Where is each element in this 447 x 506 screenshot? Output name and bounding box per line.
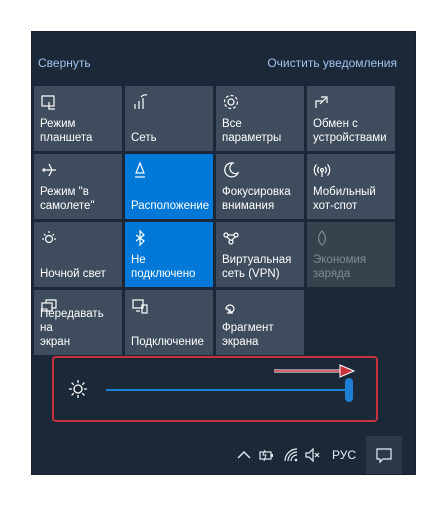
location-icon [131,161,149,179]
quick-action-label: Фрагмент экрана [222,322,274,348]
wifi-icon[interactable] [282,446,300,464]
quick-action-label: Не подключено [131,254,196,280]
quick-action-label: Расположение [131,200,210,212]
language-indicator[interactable]: РУС [332,448,356,462]
quick-action-tile[interactable]: Сеть [125,86,213,151]
brightness-thumb[interactable] [345,378,353,402]
tablet-mode-icon [40,93,58,111]
taskbar-tray: РУС [32,436,415,474]
quick-action-label: Виртуальная сеть (VPN) [222,254,292,280]
quick-action-tile[interactable]: Не подключено [125,222,213,287]
quick-action-label: Режим "в самолете" [40,186,95,212]
quick-action-label: Все параметры [222,118,282,144]
clear-notifications-link[interactable]: Очистить уведомления [267,56,397,70]
quick-action-tile[interactable]: Мобильный хот-спот [307,154,395,219]
vpn-icon [222,229,240,247]
quick-action-tile[interactable]: Виртуальная сеть (VPN) [216,222,304,287]
network-icon [131,93,149,111]
quick-action-tile[interactable]: Подключение [125,290,213,355]
brightness-icon [68,379,88,399]
quick-action-tile[interactable]: Ночной свет [34,222,122,287]
quick-action-label: Подключение [131,336,204,348]
quick-action-label: Сеть [131,132,157,144]
connect-icon [131,297,149,315]
share-icon [313,93,331,111]
volume-muted-icon[interactable] [304,446,322,464]
quick-action-label: Фокусировка внимания [222,186,291,212]
action-center-header: Свернуть Очистить уведомления [32,32,415,86]
quick-actions-grid: Режим планшета Сеть Все параметры Обмен с у… [34,86,395,355]
quick-action-label: Экономия заряда [313,254,367,280]
hotspot-icon [313,161,331,179]
action-center: Свернуть Очистить уведомления Режим план… [32,32,415,474]
notification-button[interactable] [366,436,402,474]
battery-saver-icon [313,229,331,247]
snip-icon [222,297,240,315]
quick-action-label: Передавать на экран [40,308,104,348]
quick-action-label: Ночной свет [40,268,106,280]
battery-icon[interactable] [258,446,276,464]
chevron-up-icon[interactable] [235,446,253,464]
quick-action-tile: Экономия заряда [307,222,395,287]
quick-action-label: Мобильный хот-спот [313,186,376,212]
quick-action-tile[interactable]: Передавать на экран [34,290,122,355]
annotation-arrow [272,364,356,378]
notification-icon [376,448,392,464]
quick-action-tile[interactable]: Все параметры [216,86,304,151]
bluetooth-icon [131,229,149,247]
collapse-link[interactable]: Свернуть [38,56,91,70]
quick-action-tile[interactable]: Режим "в самолете" [34,154,122,219]
quick-action-tile[interactable]: Расположение [125,154,213,219]
quick-action-label: Режим планшета [40,118,93,144]
brightness-track[interactable] [106,389,348,391]
airplane-icon [40,161,58,179]
night-light-icon [40,229,58,247]
brightness-slider-highlight [52,356,378,422]
gear-icon [222,93,240,111]
quick-action-label: Обмен с устройствами [313,118,387,144]
moon-icon [222,161,240,179]
quick-action-tile[interactable]: Режим планшета [34,86,122,151]
quick-action-tile[interactable]: Фрагмент экрана [216,290,304,355]
quick-action-tile[interactable]: Обмен с устройствами [307,86,395,151]
quick-action-tile[interactable]: Фокусировка внимания [216,154,304,219]
